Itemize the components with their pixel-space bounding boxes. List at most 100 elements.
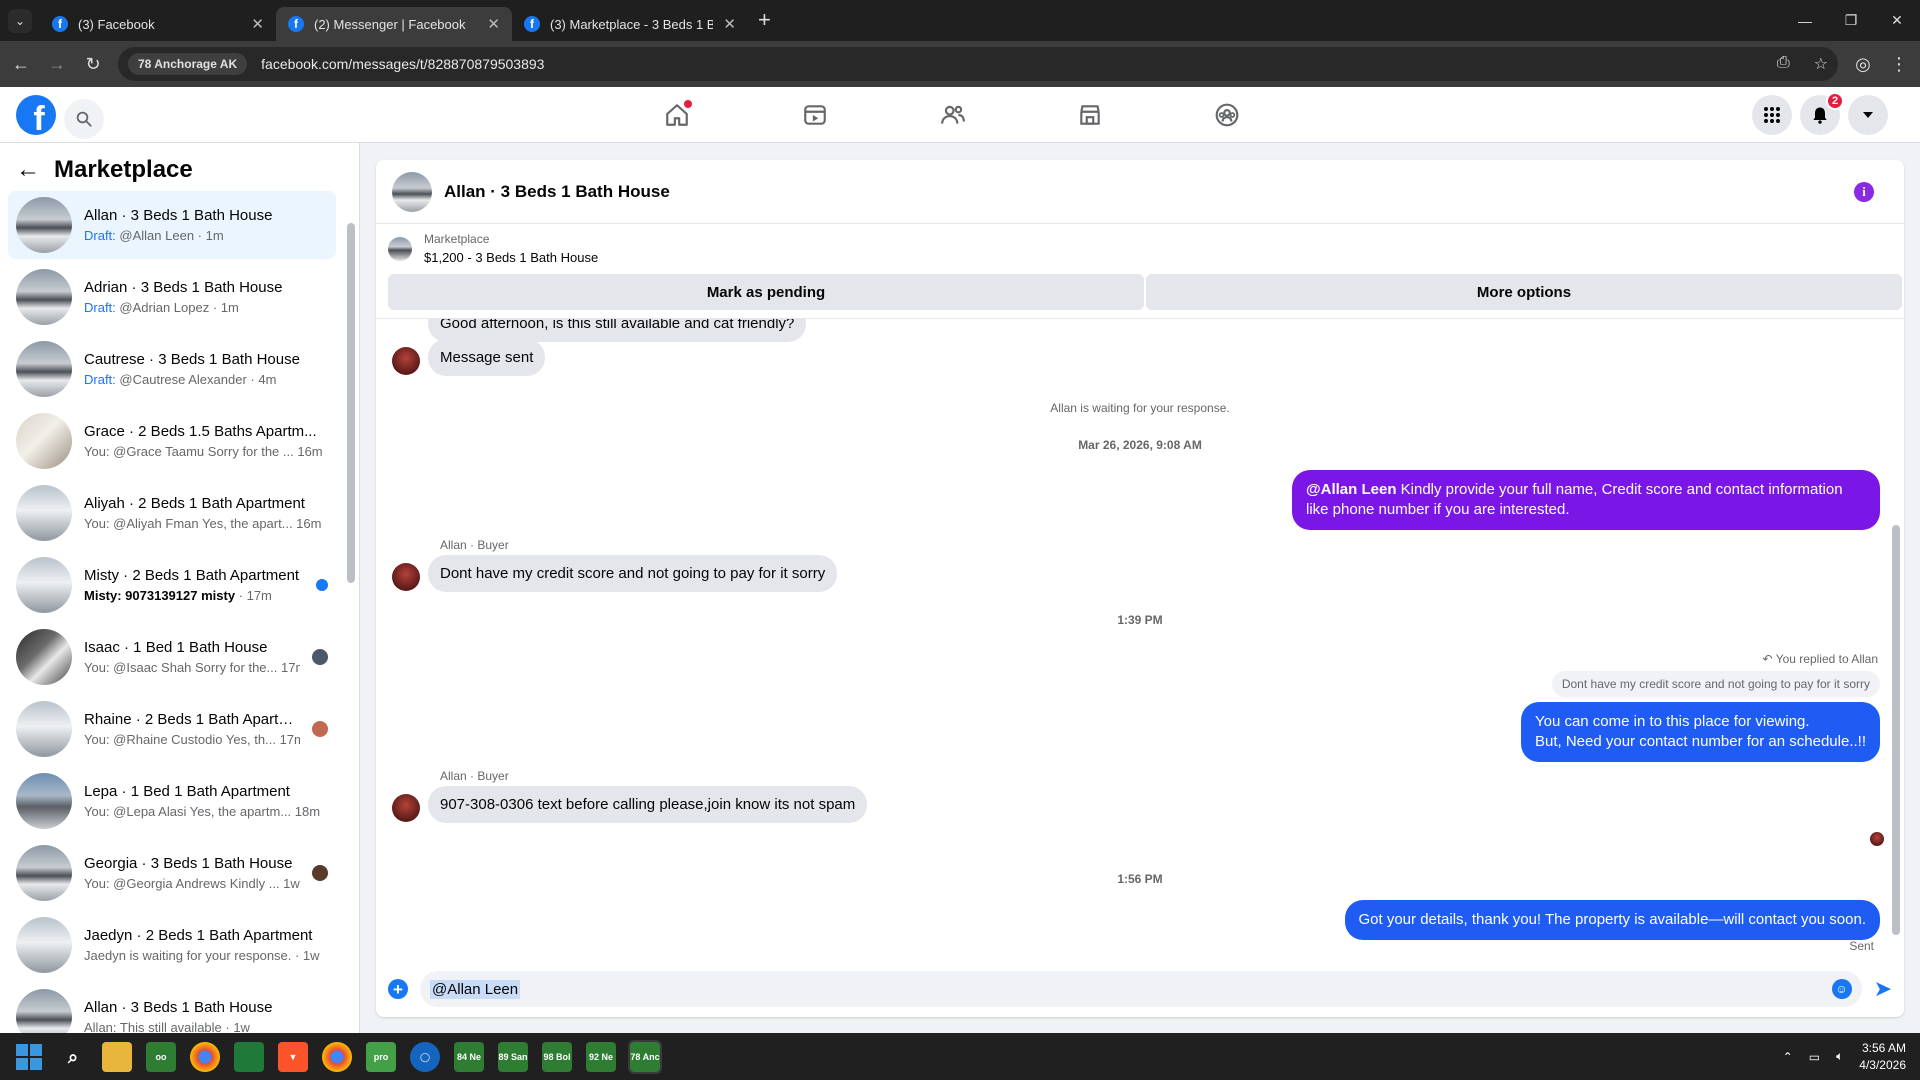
conversation-item[interactable]: Misty · 2 Beds 1 Bath Apartment Misty: 9… xyxy=(8,551,336,619)
mark-as-pending-button[interactable]: Mark as pending xyxy=(388,274,1144,310)
listing-thumbnail xyxy=(16,413,72,469)
conversation-item[interactable]: Rhaine · 2 Beds 1 Bath Apartm... You: @R… xyxy=(8,695,336,763)
conversation-item[interactable]: Jaedyn · 2 Beds 1 Bath Apartment Jaedyn … xyxy=(8,911,336,979)
app-shortcut[interactable]: 84 Ne xyxy=(454,1041,484,1072)
tab-title: (3) Facebook xyxy=(78,16,155,32)
conversation-item[interactable]: Allan · 3 Beds 1 Bath House Draft: @Alla… xyxy=(8,191,336,259)
search-icon[interactable] xyxy=(64,99,104,139)
menu-grid-icon[interactable] xyxy=(1752,95,1792,135)
nav-groups[interactable] xyxy=(1172,87,1282,143)
buyer-avatar xyxy=(392,563,420,591)
more-options-button[interactable]: More options xyxy=(1146,274,1902,310)
search-icon[interactable]: ⌕ xyxy=(58,1042,88,1072)
facebook-logo-icon[interactable]: f xyxy=(16,95,56,135)
conversation-item[interactable]: Adrian · 3 Beds 1 Bath House Draft: @Adr… xyxy=(8,263,336,331)
tab-search-menu[interactable]: ⌄ xyxy=(8,9,32,33)
conversation-name: Aliyah · 2 Beds 1 Bath Apartment xyxy=(84,495,305,512)
clock[interactable]: 3:56 AM 4/3/2026 xyxy=(1859,1040,1906,1074)
notifications-bell-icon[interactable]: 2 xyxy=(1800,92,1844,135)
nav-friends[interactable] xyxy=(898,87,1008,143)
tab-messenger[interactable]: f (2) Messenger | Facebook ✕ xyxy=(276,7,512,41)
message-line: But, Need your contact number for an sch… xyxy=(1534,733,1866,750)
install-app-icon[interactable]: ⎙ xyxy=(1777,54,1790,74)
emoji-icon[interactable]: ☺ xyxy=(1831,979,1852,999)
volume-icon[interactable]: 🔈︎ xyxy=(1836,1049,1843,1064)
nav-marketplace[interactable] xyxy=(1035,87,1145,143)
account-chevron-down-icon[interactable] xyxy=(1848,95,1888,135)
buyer-avatar xyxy=(392,347,420,375)
app-icon[interactable]: oo xyxy=(146,1041,176,1072)
close-tab-icon[interactable]: ✕ xyxy=(487,15,500,33)
tab-facebook[interactable]: f (3) Facebook ✕ xyxy=(40,7,276,41)
app-icon[interactable]: ◯ xyxy=(410,1041,440,1072)
info-icon[interactable]: i xyxy=(1854,182,1874,202)
conversation-item[interactable]: Georgia · 3 Beds 1 Bath House You: @Geor… xyxy=(8,839,336,907)
chat-title[interactable]: Allan · 3 Beds 1 Bath House xyxy=(444,182,670,202)
app-shortcut-active[interactable]: 78 Anc xyxy=(628,1039,662,1074)
brave-icon[interactable]: ▼ xyxy=(278,1041,308,1072)
nav-home[interactable] xyxy=(622,87,732,143)
conversation-item[interactable]: Grace · 2 Beds 1.5 Baths Apartm... You: … xyxy=(8,407,336,475)
nav-video[interactable] xyxy=(760,87,870,143)
friends-icon xyxy=(941,105,965,124)
minimize-icon[interactable]: — xyxy=(1782,0,1828,41)
app-shortcut[interactable]: 98 Bol xyxy=(542,1041,572,1072)
browser-menu-icon[interactable]: ⋮ xyxy=(1888,54,1910,75)
close-tab-icon[interactable]: ✕ xyxy=(251,15,264,33)
url-input[interactable]: 78 Anchorage AK facebook.com/messages/t/… xyxy=(118,47,1838,81)
conversation-item[interactable]: Cautrese · 3 Beds 1 Bath House Draft: @C… xyxy=(8,335,336,403)
listing-avatar[interactable] xyxy=(392,171,432,212)
listing-summary[interactable]: Marketplace $1,200 - 3 Beds 1 Bath House xyxy=(388,232,598,265)
chat-scrollbar[interactable] xyxy=(1892,325,1900,945)
plus-icon[interactable]: + xyxy=(388,979,408,999)
conversation-item[interactable]: Allan · 3 Beds 1 Bath House Allan: This … xyxy=(8,983,336,1033)
close-tab-icon[interactable]: ✕ xyxy=(723,15,736,33)
close-window-icon[interactable]: ✕ xyxy=(1874,0,1920,41)
outgoing-message: @Allan Leen Kindly provide your full nam… xyxy=(1292,470,1880,530)
facebook-header: f 2 xyxy=(0,87,1920,143)
address-bar: ← → ↻ 78 Anchorage AK facebook.com/messa… xyxy=(0,41,1920,87)
chat-header: Allan · 3 Beds 1 Bath House xyxy=(376,160,1904,224)
app-icon[interactable]: pro xyxy=(366,1041,396,1072)
sidebar-title: Marketplace xyxy=(54,156,193,183)
site-info-chip[interactable]: 78 Anchorage AK xyxy=(128,53,248,75)
notification-count-badge: 2 xyxy=(1826,92,1844,110)
tab-marketplace[interactable]: f (3) Marketplace - 3 Beds 1 Bath ✕ xyxy=(512,7,748,41)
incoming-message: Dont have my credit score and not going … xyxy=(428,555,838,592)
incoming-message: 907-308-0306 text before calling please,… xyxy=(428,786,868,823)
facebook-favicon-icon: f xyxy=(288,16,304,32)
tray-chevron-up-icon[interactable]: ⌃ xyxy=(1783,1050,1793,1064)
waiting-note: Allan is waiting for your response. xyxy=(1050,401,1230,415)
video-icon xyxy=(804,105,826,125)
reload-icon[interactable]: ↻ xyxy=(82,54,104,75)
conversation-preview: @Adrian Lopez · 1m xyxy=(115,300,239,315)
message-input[interactable]: @Allan Leen ☺ xyxy=(420,971,1862,1007)
app-shortcut[interactable]: 92 Ne xyxy=(586,1041,616,1072)
conversation-item[interactable]: Aliyah · 2 Beds 1 Bath Apartment You: @A… xyxy=(8,479,336,547)
time-separator: 1:56 PM xyxy=(1117,872,1163,886)
file-explorer-icon[interactable] xyxy=(102,1041,132,1072)
bookmark-star-icon[interactable]: ☆ xyxy=(1814,54,1828,74)
conversation-preview: Jaedyn is waiting for your response. · 1… xyxy=(84,948,320,963)
send-icon[interactable]: ➤ xyxy=(1874,976,1892,1002)
message-composer: + @Allan Leen ☺ ➤ xyxy=(376,961,1904,1017)
app-shortcut[interactable]: 89 San xyxy=(498,1041,528,1072)
listing-thumbnail xyxy=(16,773,72,829)
chrome-profile-icon[interactable] xyxy=(322,1041,352,1072)
profile-icon[interactable]: ◎ xyxy=(1852,54,1874,75)
chrome-icon[interactable] xyxy=(190,1041,220,1072)
back-arrow-icon[interactable]: ← xyxy=(16,156,40,184)
conversation-item[interactable]: Lepa · 1 Bed 1 Bath Apartment You: @Lepa… xyxy=(8,767,336,835)
sidebar-scrollbar[interactable] xyxy=(347,203,355,1023)
spreadsheet-icon[interactable] xyxy=(234,1041,264,1072)
new-tab-button[interactable]: + xyxy=(758,7,771,33)
network-icon[interactable]: ▭ xyxy=(1809,1050,1820,1064)
back-arrow-icon[interactable]: ← xyxy=(10,54,32,75)
forward-arrow-icon[interactable]: → xyxy=(46,54,68,75)
sidebar-scroll-thumb[interactable] xyxy=(347,223,355,583)
restore-icon[interactable]: ❐ xyxy=(1828,0,1874,41)
conversation-item[interactable]: Isaac · 1 Bed 1 Bath House You: @Isaac S… xyxy=(8,623,336,691)
chat-scroll-thumb[interactable] xyxy=(1892,525,1900,935)
quoted-message: Dont have my credit score and not going … xyxy=(1551,671,1880,697)
start-button[interactable] xyxy=(14,1042,44,1072)
